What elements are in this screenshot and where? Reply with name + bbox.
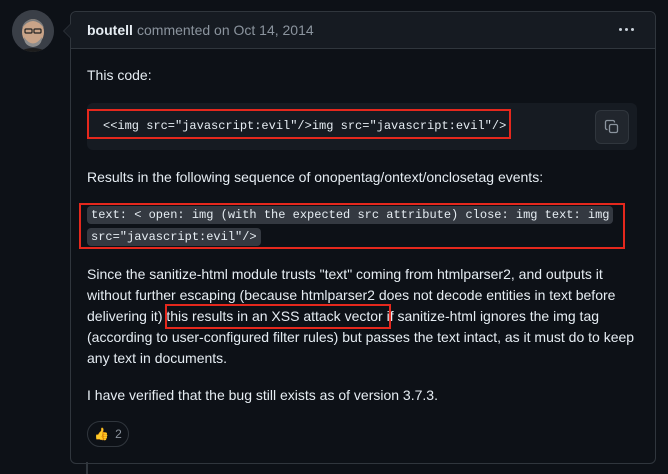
inline-code: src="javascript:evil"/>	[87, 228, 261, 246]
explanation-highlight: this results in an XSS attack vector	[166, 308, 383, 324]
avatar-image	[12, 10, 54, 52]
comment-thread: boutell commented on Oct 14, 2014 This c…	[0, 0, 668, 474]
reaction-count: 2	[115, 427, 122, 441]
verified-text: I have verified that the bug still exist…	[87, 387, 438, 403]
avatar[interactable]	[12, 10, 54, 52]
sequence-intro-text: Results in the following sequence of ono…	[87, 169, 544, 185]
comment-caret-fill	[64, 24, 71, 38]
comment-timestamp[interactable]: commented on Oct 14, 2014	[137, 22, 314, 38]
event-sequence-line-2: src="javascript:evil"/>	[87, 228, 261, 246]
reaction-thumbs-up[interactable]: 👍 2	[87, 421, 129, 447]
inline-code: text: < open: img (with the expected src…	[87, 206, 614, 224]
thumbs-up-emoji: 👍	[94, 427, 110, 441]
comment-card: boutell commented on Oct 14, 2014 This c…	[63, 11, 656, 464]
explanation-text: Since the sanitize-html module trusts "t…	[87, 264, 643, 369]
copy-icon	[604, 119, 619, 134]
copy-button[interactable]	[595, 110, 629, 144]
code-block: <<img src="javascript:evil"/>img src="ja…	[87, 103, 637, 150]
author-link[interactable]: boutell	[87, 22, 133, 38]
comment-header: boutell commented on Oct 14, 2014	[71, 12, 655, 49]
event-sequence-line-1: text: < open: img (with the expected src…	[87, 206, 614, 224]
intro-text: This code:	[87, 67, 152, 83]
timeline-line	[86, 462, 88, 474]
kebab-menu-icon[interactable]	[615, 20, 637, 38]
code-content: <<img src="javascript:evil"/>img src="ja…	[103, 119, 507, 133]
